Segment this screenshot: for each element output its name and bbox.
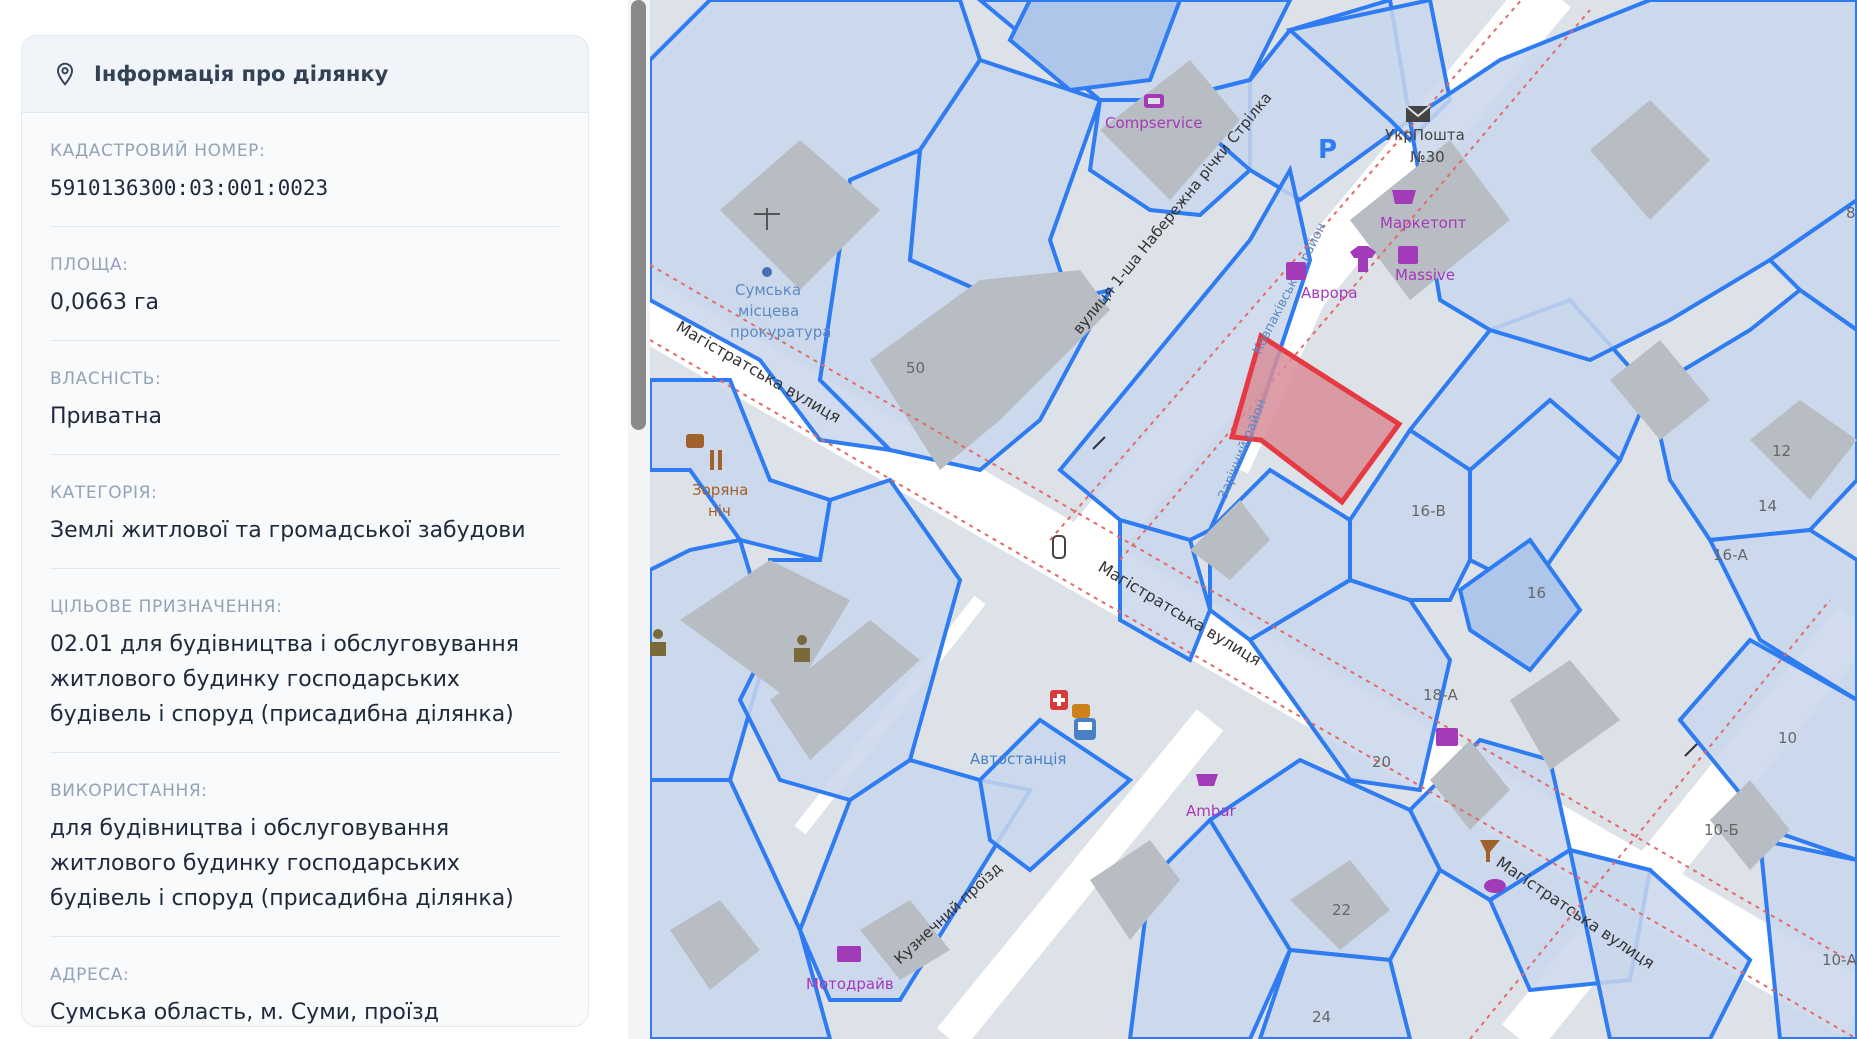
poi-label[interactable]: Massive (1395, 266, 1455, 284)
field-purpose: ЦІЛЬОВЕ ПРИЗНАЧЕННЯ: 02.01 для будівницт… (50, 569, 560, 753)
store-icon[interactable] (1286, 262, 1306, 280)
card-title: Інформація про ділянку (94, 62, 389, 86)
house-number: 10 (1778, 729, 1797, 747)
cadastral-map[interactable]: Магістратська вулиця Магістратська вулиц… (650, 0, 1857, 1039)
mail-icon[interactable] (1405, 105, 1431, 122)
poi-label: прокуратура (730, 323, 831, 341)
field-usage: ВИКОРИСТАННЯ: для будівництва і обслугов… (50, 753, 560, 937)
field-label: ВИКОРИСТАННЯ: (50, 781, 208, 801)
parking-label: P (1318, 135, 1337, 165)
poi-label: ніч (708, 502, 731, 520)
house-number: 20 (1372, 753, 1391, 771)
parking-icon[interactable]: P (1318, 135, 1337, 165)
field-cadastral-number: КАДАСТРОВИЙ НОМЕР: 5910136300:03:001:002… (50, 113, 560, 227)
map-pin-icon (56, 62, 74, 86)
house-number: 22 (1332, 901, 1351, 919)
house-number: 8 (1846, 204, 1856, 222)
eye-icon[interactable] (1484, 879, 1506, 893)
bag-icon[interactable] (1398, 246, 1418, 264)
poi-label: місцева (738, 302, 799, 320)
field-label: ЦІЛЬОВЕ ПРИЗНАЧЕННЯ: (50, 597, 283, 617)
poi-label: №30 (1410, 148, 1445, 166)
poi-label[interactable]: Аврора (1301, 284, 1358, 302)
parcel-info-card: Інформація про ділянку КАДАСТРОВИЙ НОМЕР… (21, 35, 589, 1027)
house-number: 14 (1758, 497, 1777, 515)
field-address: АДРЕСА: Сумська область, м. Суми, проїзд… (50, 937, 560, 1026)
map-canvas[interactable]: Магістратська вулиця Магістратська вулиц… (650, 0, 1857, 1039)
pharmacy-icon[interactable] (1050, 690, 1068, 710)
poi-label[interactable]: Compservice (1105, 114, 1203, 132)
shopping-cart-icon[interactable] (1392, 190, 1416, 204)
traffic-light-icon (1052, 535, 1066, 559)
field-label: АДРЕСА: (50, 965, 130, 985)
poi-label[interactable]: Сумська (735, 281, 801, 299)
category-value: Землі житлової та громадської забудови (50, 518, 526, 543)
field-label: КАТЕГОРІЯ: (50, 483, 158, 503)
gift-icon[interactable] (1436, 728, 1458, 746)
house-number: 16 (1527, 584, 1546, 602)
poi-label[interactable]: Зоряна (692, 481, 748, 499)
house-number: 50 (906, 359, 925, 377)
house-number: 16-В (1411, 502, 1446, 520)
field-label: ПЛОЩА: (50, 255, 129, 275)
bus-icon[interactable] (1074, 718, 1096, 740)
scrollbar-thumb[interactable] (631, 0, 646, 430)
purpose-value: 02.01 для будівництва і обслуговування ж… (50, 632, 520, 727)
house-number: 10-Б (1704, 821, 1739, 839)
battery-icon[interactable] (837, 946, 861, 962)
cadastral-number-value[interactable]: 5910136300:03:001:0023 (50, 171, 560, 206)
house-number: 12 (1772, 442, 1791, 460)
poi-label[interactable]: Автостанція (970, 750, 1066, 768)
poi-label[interactable]: Маркетопт (1380, 214, 1467, 232)
house-number: 18-А (1423, 686, 1458, 704)
field-label: КАДАСТРОВИЙ НОМЕР: (50, 141, 266, 161)
parcel-info-panel: Інформація про ділянку КАДАСТРОВИЙ НОМЕР… (0, 0, 650, 1039)
poi-label[interactable]: Мотодрайв (806, 975, 894, 993)
field-ownership: ВЛАСНІСТЬ: Приватна (50, 341, 560, 455)
poi-label[interactable]: Ambar (1186, 802, 1237, 820)
poi-label[interactable]: УкрПошта (1385, 126, 1465, 144)
house-number: 16-А (1713, 546, 1748, 564)
card-header: Інформація про ділянку (22, 36, 588, 113)
field-label: ВЛАСНІСТЬ: (50, 369, 162, 389)
area-value: 0,0663 га (50, 290, 160, 315)
house-number: 10-А (1822, 951, 1857, 969)
cafe-icon[interactable] (1072, 704, 1090, 718)
tv-icon[interactable] (1144, 94, 1164, 108)
ownership-value: Приватна (50, 404, 162, 429)
field-category: КАТЕГОРІЯ: Землі житлової та громадської… (50, 455, 560, 569)
house-number: 24 (1312, 1008, 1331, 1026)
address-value: Сумська область, м. Суми, проїзд Кузнечн… (50, 1000, 439, 1025)
field-area: ПЛОЩА: 0,0663 га (50, 227, 560, 341)
usage-value: для будівництва і обслуговування житлово… (50, 816, 514, 911)
